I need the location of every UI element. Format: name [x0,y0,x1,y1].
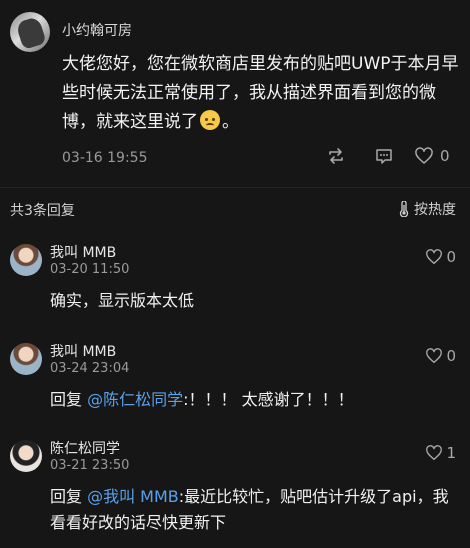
reply-item: 我叫 MMB 03-20 11:50 0 确实，显示版本太低 [0,242,470,322]
heart-icon [426,249,443,264]
mention-link[interactable]: @我叫 MMB [87,487,179,506]
reply-count-label: 共3条回复 [10,203,75,219]
repost-button[interactable] [326,146,346,166]
reply-avatar[interactable] [10,440,42,472]
reply-avatar[interactable] [10,244,42,276]
reply-like-button[interactable]: 1 [425,444,456,462]
like-count: 0 [440,147,450,165]
main-post-avatar[interactable] [10,12,50,52]
main-post-text-end: 。 [222,112,239,132]
reply-time: 03-20 11:50 [50,262,130,277]
reply-like-count: 0 [446,347,456,365]
mention-link[interactable]: @陈仁松同学 [87,390,183,409]
reply-item: 陈仁松同学 03-21 23:50 1 回复 @我叫 MMB:最近比较忙，贴吧估… [0,438,470,548]
reply-like-count: 1 [446,444,456,462]
reply-time: 03-24 23:04 [50,361,130,376]
reply-author[interactable]: 陈仁松同学 [50,438,120,458]
main-post-text-body: 大佬您好，您在微软商店里发布的贴吧UWP于本月早些时候无法正常使用了，我从描述界… [62,54,459,132]
reply-author[interactable]: 我叫 MMB [50,242,116,262]
reply-text: 确实，显示版本太低 [50,291,195,310]
reply-item: 我叫 MMB 03-24 23:04 0 回复 @陈仁松同学:！！！ 太感谢了！… [0,341,470,421]
heart-icon [426,348,443,363]
reply-author[interactable]: 我叫 MMB [50,341,116,361]
sweat-smile-emoji-icon [200,110,220,130]
heart-icon [426,445,443,460]
comment-button[interactable] [374,146,394,166]
reply-prefix: 回复 [50,487,88,506]
repost-icon [329,148,343,164]
reply-like-button[interactable]: 0 [425,248,456,266]
reply-avatar[interactable] [10,343,42,375]
main-post-text: 大佬您好，您在微软商店里发布的贴吧UWP于本月早些时候无法正常使用了，我从描述界… [62,50,462,137]
sort-by-hot-button[interactable]: 按热度 [397,199,456,219]
main-post-time: 03-16 19:55 [62,150,148,166]
thermometer-icon [399,201,409,217]
reply-text: 回复 @陈仁松同学:！！！ 太感谢了！！！ [50,387,460,413]
reply-text: 回复 @我叫 MMB:最近比较忙，贴吧估计升级了api，我看看好改的话尽快更新下 [50,484,460,536]
reply-like-count: 0 [446,248,456,266]
sort-label: 按热度 [414,202,456,218]
main-post-author[interactable]: 小约翰可房 [62,20,132,40]
comment-icon [376,149,392,164]
heart-icon [415,147,433,164]
reply-time: 03-21 23:50 [50,458,130,473]
main-post: 小约翰可房 大佬您好，您在微软商店里发布的贴吧UWP于本月早些时候无法正常使用了… [0,0,470,186]
replies-header: 共3条回复 按热度 [0,188,470,228]
reply-prefix: 回复 [50,390,88,409]
like-button[interactable]: 0 [414,146,450,166]
reply-body: :！！！ 太感谢了！！！ [183,390,354,409]
reply-like-button[interactable]: 0 [425,347,456,365]
